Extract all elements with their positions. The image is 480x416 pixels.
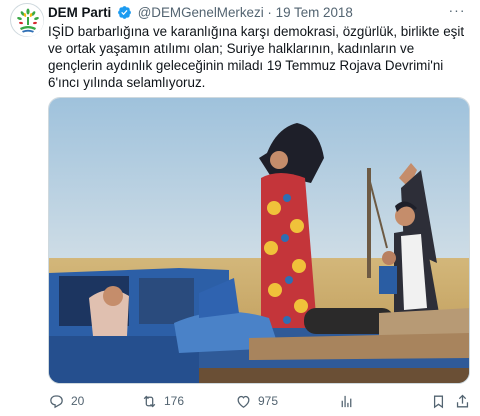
media-photo bbox=[49, 98, 469, 383]
reply-count: 20 bbox=[71, 394, 85, 408]
reply-button[interactable]: 20 bbox=[48, 390, 84, 412]
retweet-button[interactable]: 176 bbox=[141, 390, 184, 412]
bookmark-icon bbox=[433, 395, 444, 408]
tweet-header: DEM Parti @DEMGenelMerkezi · 19 Tem 2018 bbox=[48, 5, 353, 24]
like-count: 975 bbox=[258, 394, 279, 408]
more-icon[interactable]: ··· bbox=[448, 3, 466, 19]
like-button[interactable]: 975 bbox=[235, 390, 278, 412]
analytics-button[interactable] bbox=[338, 390, 355, 412]
bookmark-button[interactable] bbox=[430, 390, 447, 412]
author-handle[interactable]: @DEMGenelMerkezi bbox=[138, 5, 264, 20]
tweet-text: IŞİD barbarlığına ve karanlığına karşı d… bbox=[48, 24, 465, 90]
action-bar: 20 176 975 bbox=[48, 390, 472, 412]
retweet-count: 176 bbox=[164, 394, 185, 408]
retweet-icon bbox=[143, 395, 156, 407]
verified-badge-icon bbox=[117, 5, 132, 24]
party-logo-icon bbox=[12, 5, 44, 37]
avatar[interactable] bbox=[10, 3, 44, 37]
tweet[interactable]: DEM Parti @DEMGenelMerkezi · 19 Tem 2018… bbox=[0, 0, 480, 416]
tweet-date[interactable]: 19 Tem 2018 bbox=[276, 5, 353, 20]
reply-icon bbox=[50, 394, 63, 408]
share-button[interactable] bbox=[454, 390, 471, 412]
header-separator: · bbox=[267, 5, 272, 20]
share-icon bbox=[456, 394, 469, 407]
like-icon bbox=[237, 395, 250, 408]
tweet-media[interactable] bbox=[48, 97, 470, 384]
author-name[interactable]: DEM Parti bbox=[48, 5, 111, 20]
analytics-icon bbox=[341, 395, 352, 407]
